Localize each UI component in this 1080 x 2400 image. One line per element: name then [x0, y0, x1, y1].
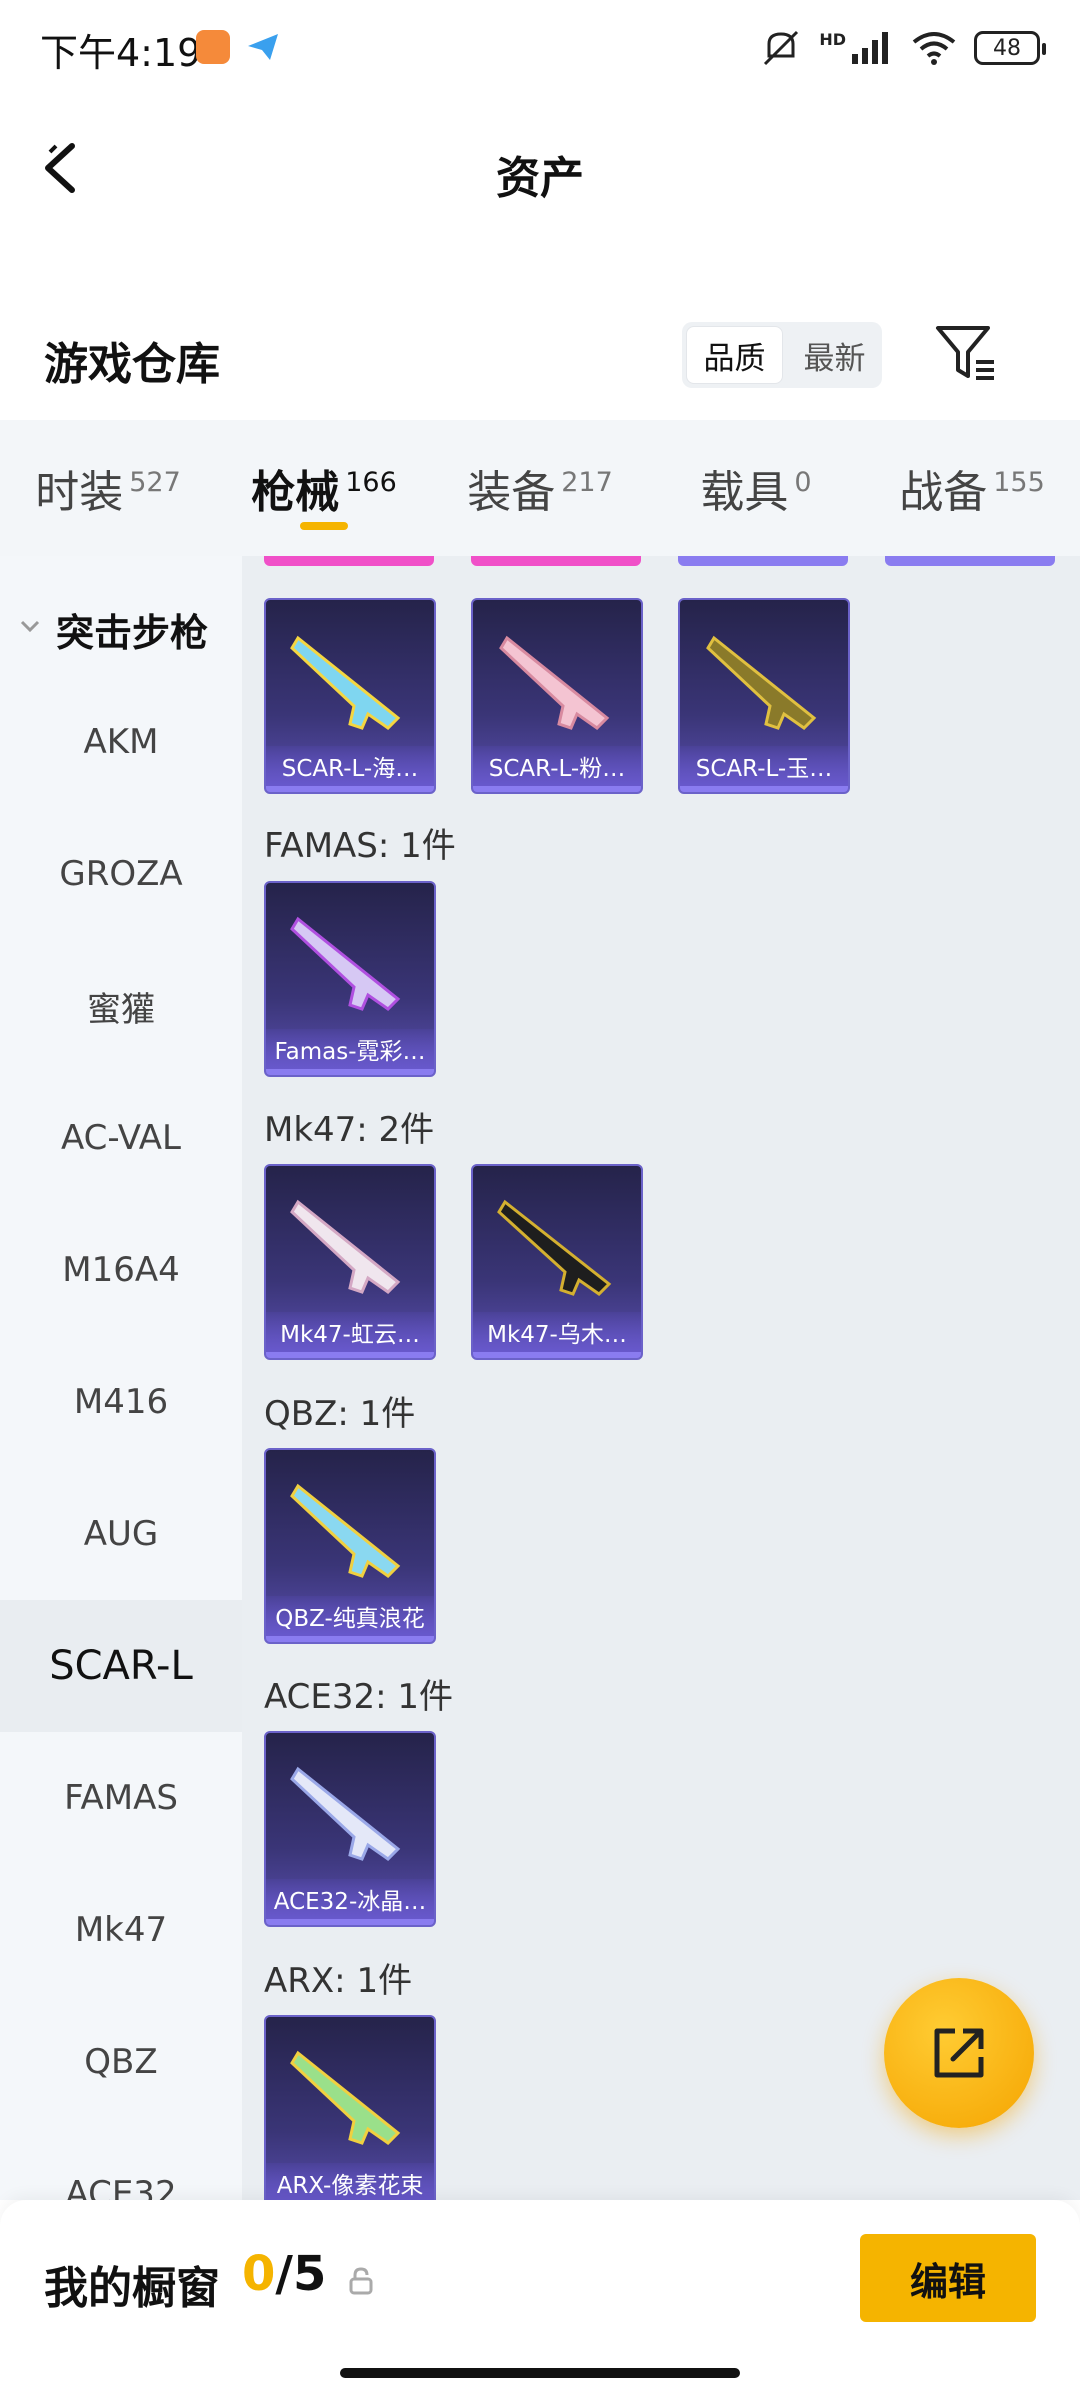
mute-icon — [764, 30, 799, 66]
card-rarity-bar — [266, 1636, 434, 1642]
rifle-icon — [497, 1199, 612, 1296]
battery-level: 48 — [993, 35, 1021, 61]
sidebar-item-groza[interactable]: GROZA — [0, 808, 242, 940]
sidebar-item-m16a4[interactable]: M16A4 — [0, 1204, 242, 1336]
rifle-icon — [290, 916, 401, 1011]
card-rarity-bar — [266, 1069, 434, 1075]
warehouse-title: 游戏仓库 — [44, 339, 220, 390]
tab-count: 166 — [345, 466, 397, 498]
sidebar-item-scar-l[interactable]: SCAR-L — [0, 1600, 242, 1732]
weapon-card[interactable]: Famas-霓彩… — [264, 881, 436, 1077]
card-edge — [678, 556, 848, 566]
card-edge — [264, 556, 434, 566]
weapon-group-title: FAMAS: 1件 — [264, 826, 456, 866]
tab-count: 527 — [129, 466, 181, 498]
sidebar-item-famas[interactable]: FAMAS — [0, 1732, 242, 1864]
tab-label: 载具 — [700, 467, 789, 518]
weapon-card-label: ARX-像素花束 — [266, 2163, 434, 2200]
sidebar-item-qbz[interactable]: QBZ — [0, 1996, 242, 2128]
showcase-count-current: 0 — [242, 2246, 276, 2302]
showcase-count: 0/5 — [242, 2246, 326, 2302]
weapon-card[interactable]: SCAR-L-海… — [264, 598, 436, 794]
tab-count: 0 — [794, 466, 812, 498]
sidebar-item-aug[interactable]: AUG — [0, 1468, 242, 1600]
tab-combat-supplies[interactable]: 战备 155 — [864, 420, 1080, 556]
weapon-sidebar: 突击步枪 AKM GROZA 蜜獾 AC-VAL M16A4 M416 AUG … — [0, 556, 242, 2200]
weapon-card[interactable]: Mk47-乌木… — [471, 1164, 643, 1360]
card-edge — [471, 556, 641, 566]
signal-icon — [852, 32, 888, 64]
rifle-icon — [290, 1766, 401, 1861]
tab-count: 155 — [993, 466, 1045, 498]
tab-label: 战备 — [899, 467, 988, 518]
rifle-icon — [499, 635, 610, 730]
showcase-label: 我的橱窗 — [44, 2263, 220, 2314]
weapon-card[interactable]: SCAR-L-粉… — [471, 598, 643, 794]
edit-button[interactable]: 编辑 — [860, 2234, 1036, 2322]
weapon-group-title: ARX: 1件 — [264, 1961, 413, 2001]
tab-fashion[interactable]: 时装 527 — [0, 420, 216, 556]
page-title: 资产 — [496, 153, 584, 204]
sort-quality-button[interactable]: 品质 — [686, 326, 783, 384]
rifle-icon — [290, 2050, 401, 2145]
weapon-group-title: ACE32: 1件 — [264, 1677, 454, 1717]
network-type-label: HD — [819, 29, 846, 49]
rifle-icon — [706, 635, 817, 730]
card-edge — [885, 556, 1055, 566]
weapon-card[interactable]: SCAR-L-玉… — [678, 598, 850, 794]
card-rarity-bar — [473, 786, 641, 792]
tab-firearms[interactable]: 枪械 166 — [216, 420, 432, 556]
battery-icon: 48 — [974, 31, 1046, 65]
category-tabs: 时装 527 枪械 166 装备 217 载具 0 战备 155 — [0, 420, 1080, 556]
card-rarity-bar — [680, 786, 848, 792]
sort-toggle: 品质 最新 — [682, 322, 882, 388]
sidebar-group-assault-rifles[interactable]: 突击步枪 — [0, 594, 242, 664]
warehouse-row: 游戏仓库 品质 最新 — [0, 300, 1080, 410]
status-time: 下午4:19 — [40, 31, 202, 75]
tab-count: 217 — [561, 466, 613, 498]
wifi-icon — [912, 32, 956, 65]
weapon-group-title: QBZ: 1件 — [264, 1394, 416, 1434]
home-indicator — [340, 2368, 740, 2378]
weapon-card[interactable]: Mk47-虹云… — [264, 1164, 436, 1360]
tab-equipment[interactable]: 装备 217 — [432, 420, 648, 556]
sidebar-item-ace32[interactable]: ACE32 — [0, 2128, 242, 2200]
weapon-card[interactable]: ARX-像素花束 — [264, 2015, 436, 2200]
sort-newest-button[interactable]: 最新 — [787, 322, 882, 388]
card-rarity-bar — [266, 1919, 434, 1925]
sidebar-item-ac-val[interactable]: AC-VAL — [0, 1072, 242, 1204]
sidebar-item-m416[interactable]: M416 — [0, 1336, 242, 1468]
sidebar-item-mk47[interactable]: Mk47 — [0, 1864, 242, 1996]
rifle-icon — [290, 1199, 401, 1294]
active-tab-indicator — [300, 522, 348, 530]
status-bar: 下午4:19 HD 48 — [0, 0, 1080, 96]
weapon-grid: SCAR-L-海… SCAR-L-粉… SCAR-L-玉… FAMAS: 1件 … — [242, 556, 1080, 2200]
bottom-bar: 我的橱窗 0/5 编辑 — [0, 2200, 1080, 2400]
lock-icon — [349, 2267, 373, 2295]
tab-label: 枪械 — [251, 467, 340, 518]
sidebar-group-label: 突击步枪 — [56, 610, 209, 655]
status-indicators: HD 48 — [759, 26, 1046, 70]
weapon-card[interactable]: QBZ-纯真浪花 — [264, 1448, 436, 1644]
header: 资产 — [0, 96, 1080, 246]
share-external-icon — [934, 2028, 984, 2078]
app-notification-icon — [196, 30, 230, 64]
filter-icon[interactable] — [932, 320, 998, 386]
tab-vehicles[interactable]: 载具 0 — [648, 420, 864, 556]
card-rarity-bar — [266, 1352, 434, 1358]
sidebar-item-honey-badger[interactable]: 蜜獾 — [0, 940, 242, 1072]
card-rarity-bar — [473, 1352, 641, 1358]
share-button[interactable] — [884, 1978, 1034, 2128]
paper-plane-icon — [248, 34, 278, 60]
rifle-icon — [290, 1483, 401, 1578]
weapon-group-title: Mk47: 2件 — [264, 1110, 435, 1150]
weapon-card[interactable]: ACE32-冰晶… — [264, 1731, 436, 1927]
card-rarity-bar — [266, 786, 434, 792]
tab-label: 装备 — [467, 467, 556, 518]
tab-label: 时装 — [35, 467, 124, 518]
rifle-icon — [290, 635, 401, 730]
sidebar-item-akm[interactable]: AKM — [0, 676, 242, 808]
showcase-count-total: /5 — [275, 2246, 327, 2302]
chevron-down-icon — [20, 620, 40, 633]
